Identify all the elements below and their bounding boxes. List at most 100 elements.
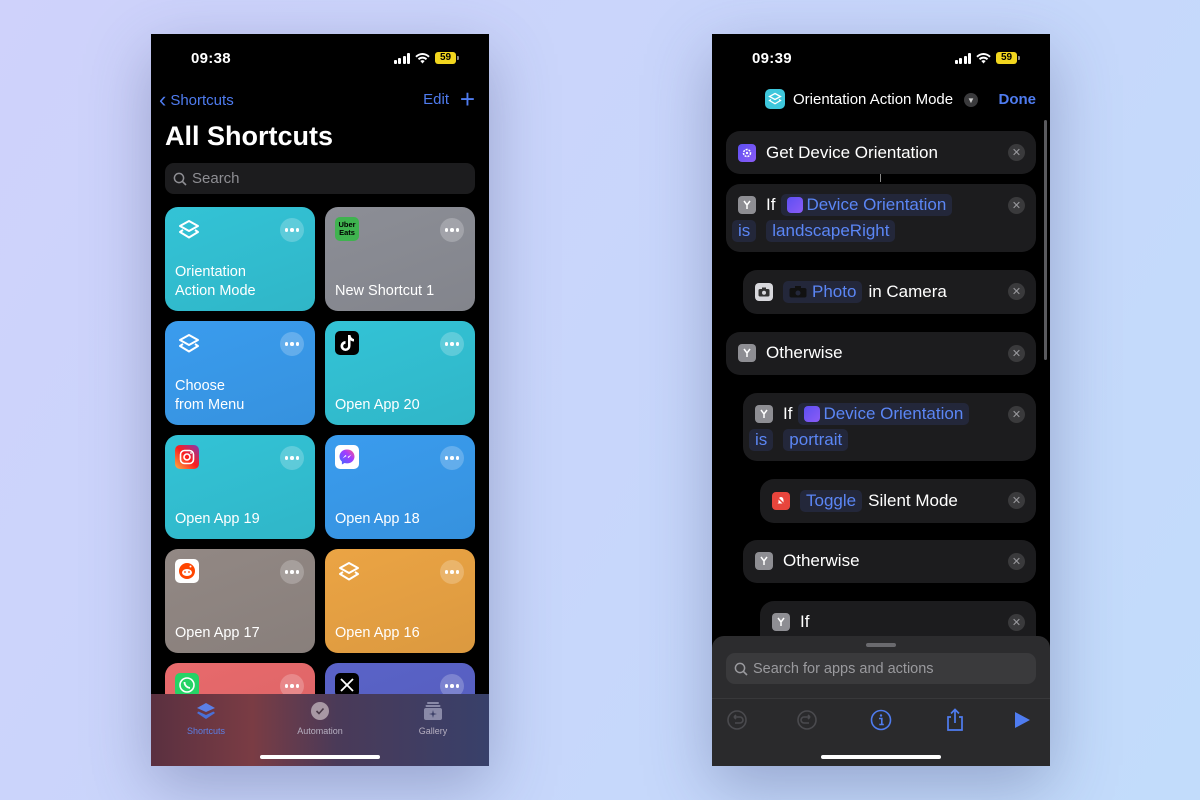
remove-action-button[interactable]: ✕: [1008, 406, 1025, 423]
shortcut-card[interactable]: Open App 20: [325, 321, 475, 425]
variable-token[interactable]: Device Orientation: [798, 403, 970, 425]
play-icon[interactable]: [1010, 708, 1034, 732]
search-input[interactable]: Search: [165, 163, 475, 194]
tab-bar: Shortcuts Automation Gallery: [151, 694, 489, 766]
action-take-photo[interactable]: Photo in Camera ✕: [743, 270, 1036, 314]
instagram-icon: [175, 445, 199, 469]
more-options-icon[interactable]: [440, 218, 464, 242]
action-toggle-silent-mode[interactable]: Toggle Silent Mode ✕: [760, 479, 1036, 523]
shortcut-title: Choose from Menu: [175, 378, 245, 413]
messenger-icon: [335, 445, 359, 469]
more-options-icon[interactable]: [280, 446, 304, 470]
page-title: All Shortcuts: [165, 121, 334, 151]
back-button[interactable]: ‹ Shortcuts: [159, 87, 234, 112]
tab-label: Shortcuts: [186, 726, 226, 736]
shortcut-title: Open App 17: [175, 625, 260, 641]
action-label: Get Device Orientation: [766, 143, 938, 162]
branch-icon: [738, 344, 756, 362]
shortcut-title: Open App 19: [175, 511, 260, 527]
remove-action-button[interactable]: ✕: [1008, 614, 1025, 631]
action-otherwise[interactable]: Otherwise ✕: [726, 332, 1036, 375]
branch-icon: [755, 405, 773, 423]
battery-level: 59: [996, 52, 1017, 64]
branch-icon: [738, 196, 756, 214]
chevron-down-icon[interactable]: ▼: [964, 93, 978, 107]
more-options-icon[interactable]: [440, 560, 464, 584]
status-bar: 09:39 59: [712, 50, 1050, 70]
branch-icon: [772, 613, 790, 631]
shortcut-title: Open App 16: [335, 625, 420, 641]
photo-token[interactable]: Photo: [783, 281, 863, 303]
bell-slash-icon: [772, 492, 790, 510]
more-options-icon[interactable]: [280, 218, 304, 242]
share-icon[interactable]: [943, 708, 967, 732]
more-options-icon[interactable]: [440, 446, 464, 470]
tab-automation[interactable]: Automation: [280, 700, 360, 736]
device-settings-icon: [738, 144, 756, 162]
uber-eats-icon: Uber Eats: [335, 217, 359, 241]
shortcut-card[interactable]: Uber Eats New Shortcut 1: [325, 207, 475, 311]
shortcut-editor-screen: 09:39 59 Orientation Action Mode ▼ Done …: [712, 34, 1050, 766]
if-keyword: If: [800, 612, 810, 631]
if-keyword: If: [783, 404, 793, 423]
shortcut-card[interactable]: Open App 19: [165, 435, 315, 539]
variable-token[interactable]: Device Orientation: [781, 194, 953, 216]
toggle-token[interactable]: Toggle: [800, 490, 863, 512]
action-if-condition[interactable]: If Device Orientation is portrait ✕: [743, 393, 1036, 461]
shortcut-title: Open App 18: [335, 511, 420, 527]
token-label: Photo: [812, 282, 857, 301]
back-label: Shortcuts: [170, 91, 234, 109]
shortcut-card[interactable]: Choose from Menu: [165, 321, 315, 425]
operator-token[interactable]: is: [749, 429, 774, 451]
value-token[interactable]: landscapeRight: [766, 220, 896, 242]
reddit-icon: [175, 559, 199, 583]
connector-line: [880, 174, 881, 182]
home-indicator[interactable]: [821, 755, 941, 759]
shortcut-title: New Shortcut 1: [335, 283, 435, 299]
remove-action-button[interactable]: ✕: [1008, 492, 1025, 509]
home-indicator[interactable]: [260, 755, 380, 759]
remove-action-button[interactable]: ✕: [1008, 197, 1025, 214]
shortcuts-library-screen: 09:38 59 ‹ Shortcuts Edit + All Shortcut…: [151, 34, 489, 766]
done-button[interactable]: Done: [999, 91, 1037, 108]
more-options-icon[interactable]: [440, 332, 464, 356]
shortcut-card[interactable]: Open App 18: [325, 435, 475, 539]
variable-label: Device Orientation: [823, 404, 964, 423]
redo-icon[interactable]: [795, 708, 819, 732]
operator-token[interactable]: is: [732, 220, 757, 242]
camera-icon: [755, 283, 773, 301]
edit-button[interactable]: Edit: [423, 91, 449, 108]
remove-action-button[interactable]: ✕: [1008, 283, 1025, 300]
remove-action-button[interactable]: ✕: [1008, 553, 1025, 570]
status-bar: 09:38 59: [151, 50, 489, 70]
value-token[interactable]: portrait: [783, 429, 849, 451]
info-icon[interactable]: [869, 708, 893, 732]
action-get-device-orientation[interactable]: Get Device Orientation ✕: [726, 131, 1036, 174]
action-otherwise[interactable]: Otherwise ✕: [743, 540, 1036, 583]
action-if-condition[interactable]: If Device Orientation is landscapeRight …: [726, 184, 1036, 252]
tab-label: Gallery: [418, 726, 448, 736]
shortcut-title: Open App 20: [335, 397, 420, 413]
undo-icon[interactable]: [725, 708, 749, 732]
tab-shortcuts[interactable]: Shortcuts: [166, 700, 246, 736]
scrollbar[interactable]: [1044, 120, 1047, 360]
action-label: Silent Mode: [868, 491, 958, 510]
remove-action-button[interactable]: ✕: [1008, 144, 1025, 161]
add-shortcut-button[interactable]: +: [460, 86, 475, 112]
shortcut-card[interactable]: Open App 17: [165, 549, 315, 653]
more-options-icon[interactable]: [280, 560, 304, 584]
battery-level: 59: [435, 52, 456, 64]
tab-gallery[interactable]: Gallery: [393, 700, 473, 736]
shortcut-card[interactable]: Orientation Action Mode: [165, 207, 315, 311]
wifi-icon: [976, 52, 991, 63]
search-placeholder: Search: [192, 170, 240, 187]
shortcut-title[interactable]: Orientation Action Mode: [793, 91, 953, 108]
action-search-input[interactable]: Search for apps and actions: [726, 653, 1036, 684]
sheet-grabber[interactable]: [866, 643, 896, 647]
remove-action-button[interactable]: ✕: [1008, 345, 1025, 362]
shortcut-card[interactable]: Open App 16: [325, 549, 475, 653]
more-options-icon[interactable]: [280, 332, 304, 356]
camera-glyph-icon: [789, 286, 807, 298]
layers-icon: [175, 331, 203, 359]
chevron-left-icon: ‹: [159, 87, 167, 112]
